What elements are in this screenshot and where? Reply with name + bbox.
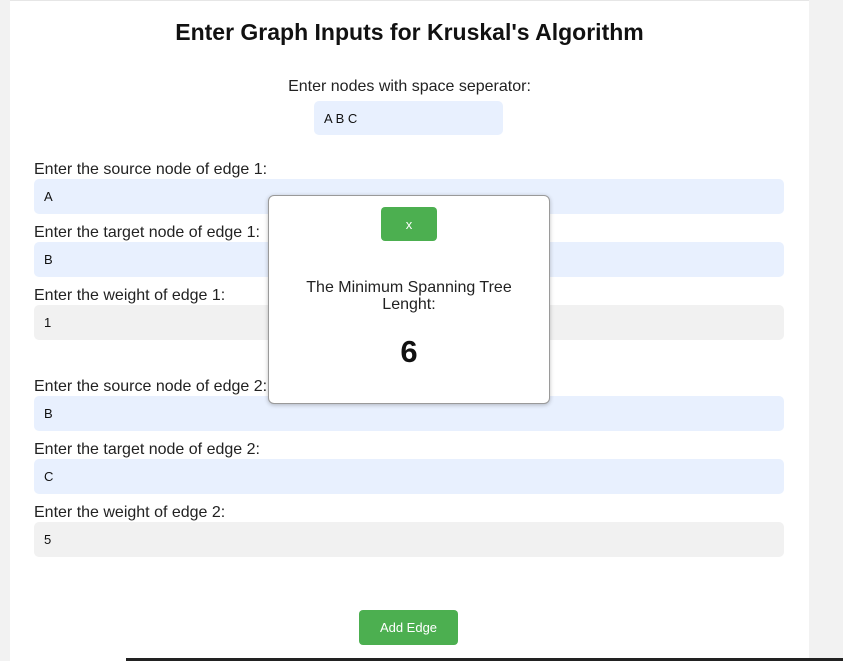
add-edge-button[interactable]: Add Edge: [359, 610, 458, 645]
edge-1-weight-label: Enter the weight of edge 1:: [34, 287, 226, 304]
edge-2-target-label: Enter the target node of edge 2:: [34, 441, 260, 458]
edge-2-weight-label: Enter the weight of edge 2:: [34, 504, 226, 521]
edge-2-source-label: Enter the source node of edge 2:: [34, 378, 268, 395]
nodes-input[interactable]: [314, 101, 503, 135]
edge-2-weight-input[interactable]: [34, 522, 784, 557]
edge-1-source-label: Enter the source node of edge 1:: [34, 161, 268, 178]
edge-1-target-label: Enter the target node of edge 1:: [34, 224, 260, 241]
nodes-label: Enter nodes with space seperator:: [288, 78, 531, 95]
page-title: Enter Graph Inputs for Kruskal's Algorit…: [175, 19, 644, 45]
result-modal: x The Minimum Spanning Tree Lenght: 6: [268, 195, 550, 404]
modal-close-button[interactable]: x: [381, 207, 437, 241]
edge-2-target-input[interactable]: [34, 459, 784, 494]
mst-length-value: 6: [400, 334, 418, 369]
modal-message: The Minimum Spanning Tree Lenght:: [306, 279, 512, 313]
